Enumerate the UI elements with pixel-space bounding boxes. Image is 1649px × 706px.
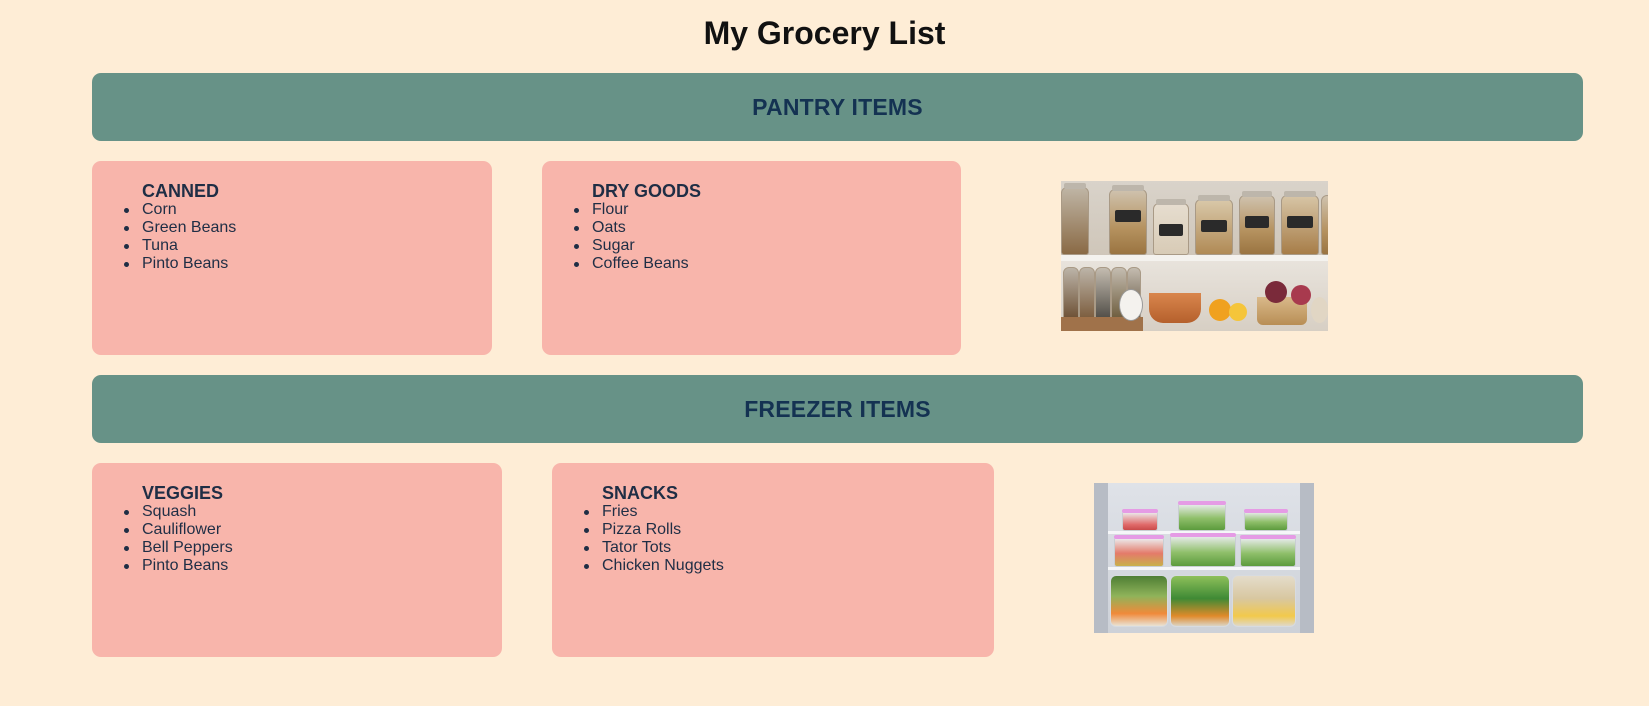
pantry-section-heading: PANTRY ITEMS	[752, 93, 923, 120]
list-item-text: Tuna	[142, 237, 178, 254]
bullet-icon	[124, 510, 129, 515]
list-item: Bell Peppers	[124, 539, 502, 557]
list-item: Sugar	[574, 237, 961, 255]
freezer-section-heading: FREEZER ITEMS	[744, 395, 931, 422]
bullet-icon	[124, 564, 129, 569]
list-item-text: Pizza Rolls	[602, 521, 682, 538]
list-item: Green Beans	[124, 219, 492, 237]
canned-card-title: CANNED	[142, 181, 220, 201]
list-item: Fries	[584, 503, 994, 521]
freezer-contents-image	[1094, 483, 1314, 633]
list-item: Tuna	[124, 237, 492, 255]
page-title: My Grocery List	[703, 15, 946, 51]
list-item: Pinto Beans	[124, 255, 492, 273]
list-item: Cauliflower	[124, 521, 502, 539]
list-item-text: Sugar	[592, 237, 635, 254]
bullet-icon	[584, 564, 589, 569]
bullet-icon	[124, 528, 129, 533]
list-item-text: Tator Tots	[602, 539, 672, 556]
dry-goods-card: DRY GOODS Flour Oats Sugar Coffee Beans	[542, 161, 961, 355]
bullet-icon	[574, 226, 579, 231]
list-item-text: Chicken Nuggets	[602, 557, 724, 574]
list-item: Squash	[124, 503, 502, 521]
list-item: Pinto Beans	[124, 557, 502, 575]
bullet-icon	[584, 510, 589, 515]
snacks-card: SNACKS Fries Pizza Rolls Tator Tots Chic…	[552, 463, 994, 657]
list-item-text: Oats	[592, 219, 626, 236]
list-item: Chicken Nuggets	[584, 557, 994, 575]
bullet-icon	[124, 244, 129, 249]
bullet-icon	[124, 208, 129, 213]
canned-card: CANNED Corn Green Beans Tuna Pinto Beans	[92, 161, 492, 355]
list-item-text: Coffee Beans	[592, 255, 689, 272]
dry-goods-item-list: Flour Oats Sugar Coffee Beans	[574, 201, 961, 273]
bullet-icon	[574, 244, 579, 249]
list-item-text: Cauliflower	[142, 521, 222, 538]
bullet-icon	[124, 226, 129, 231]
bullet-icon	[124, 546, 129, 551]
list-item: Oats	[574, 219, 961, 237]
dry-goods-card-title: DRY GOODS	[592, 181, 702, 201]
list-item: Pizza Rolls	[584, 521, 994, 539]
freezer-section-banner: FREEZER ITEMS	[92, 375, 1583, 443]
list-item-text: Pinto Beans	[142, 557, 229, 574]
list-item: Flour	[574, 201, 961, 219]
veggies-card: VEGGIES Squash Cauliflower Bell Peppers …	[92, 463, 502, 657]
bullet-icon	[574, 262, 579, 267]
bullet-icon	[584, 546, 589, 551]
list-item: Tator Tots	[584, 539, 994, 557]
veggies-card-title: VEGGIES	[142, 483, 224, 503]
list-item-text: Flour	[592, 201, 629, 218]
pantry-section-banner: PANTRY ITEMS	[92, 73, 1583, 141]
snacks-card-title: SNACKS	[602, 483, 679, 503]
list-item-text: Corn	[142, 201, 177, 218]
canned-item-list: Corn Green Beans Tuna Pinto Beans	[124, 201, 492, 273]
list-item: Corn	[124, 201, 492, 219]
snacks-item-list: Fries Pizza Rolls Tator Tots Chicken Nug…	[584, 503, 994, 575]
bullet-icon	[584, 528, 589, 533]
list-item: Coffee Beans	[574, 255, 961, 273]
pantry-shelves-image	[1061, 181, 1328, 331]
list-item-text: Fries	[602, 503, 638, 520]
list-item-text: Squash	[142, 503, 197, 520]
bullet-icon	[124, 262, 129, 267]
veggies-item-list: Squash Cauliflower Bell Peppers Pinto Be…	[124, 503, 502, 575]
list-item-text: Green Beans	[142, 219, 237, 236]
list-item-text: Bell Peppers	[142, 539, 233, 556]
list-item-text: Pinto Beans	[142, 255, 229, 272]
bullet-icon	[574, 208, 579, 213]
